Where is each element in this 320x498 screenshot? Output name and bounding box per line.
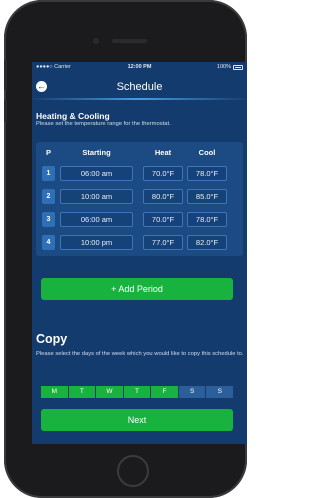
cool-setpoint-field[interactable]: 82.0°F: [187, 235, 227, 250]
day-selector: M T W T F S S: [41, 386, 234, 398]
speaker: [112, 39, 147, 43]
page-title: Schedule: [116, 81, 163, 93]
section-title: Heating & Cooling: [36, 111, 110, 121]
header-starting: Starting: [82, 148, 111, 157]
period-number: 1: [42, 166, 55, 181]
header-cool: Cool: [198, 148, 216, 157]
copy-subtitle: Please select the days of the week which…: [36, 351, 244, 357]
day-toggle-friday[interactable]: F: [151, 386, 178, 398]
heat-setpoint-field[interactable]: 70.0°F: [143, 166, 183, 181]
volume-button: [4, 60, 7, 90]
period-number: 2: [42, 189, 55, 204]
table-row: 2 10:00 am 80.0°F 85.0°F: [36, 189, 243, 205]
header-heat: Heat: [154, 148, 172, 157]
start-time-field[interactable]: 10:00 am: [60, 189, 133, 204]
table-row: 1 06:00 am 70.0°F 78.0°F: [36, 166, 243, 182]
day-toggle-wednesday[interactable]: W: [96, 386, 123, 398]
day-toggle-sunday[interactable]: S: [206, 386, 234, 398]
period-number: 4: [42, 235, 55, 250]
day-toggle-monday[interactable]: M: [41, 386, 68, 398]
start-time-field[interactable]: 06:00 am: [60, 212, 133, 227]
day-toggle-thursday[interactable]: T: [123, 386, 151, 398]
heat-setpoint-field[interactable]: 77.0°F: [143, 235, 183, 250]
cool-setpoint-field[interactable]: 78.0°F: [187, 166, 227, 181]
table-row: 4 10:00 pm 77.0°F 82.0°F: [36, 235, 243, 251]
schedule-table: P Starting Heat Cool 1 06:00 am 70.0°F 7…: [36, 142, 243, 256]
day-toggle-tuesday[interactable]: T: [68, 386, 96, 398]
nav-bar: ← Schedule: [32, 74, 247, 98]
heat-setpoint-field[interactable]: 70.0°F: [143, 212, 183, 227]
camera: [93, 38, 99, 44]
heat-setpoint-field[interactable]: 80.0°F: [143, 189, 183, 204]
clock: 12:00 PM: [127, 64, 152, 70]
battery-status: 100%: [217, 64, 243, 70]
table-row: 3 06:00 am 70.0°F 78.0°F: [36, 212, 243, 228]
status-bar: ●●●●○ Carrier 12:00 PM 100%: [32, 62, 247, 72]
home-button[interactable]: [117, 455, 149, 487]
app-screen: ●●●●○ Carrier 12:00 PM 100% ← Schedule H…: [32, 62, 247, 444]
volume-button-2: [4, 100, 7, 122]
period-number: 3: [42, 212, 55, 227]
header-period: P: [45, 148, 51, 157]
start-time-field[interactable]: 06:00 am: [60, 166, 133, 181]
battery-icon: [233, 64, 243, 70]
next-button[interactable]: Next: [41, 409, 233, 431]
battery-percent: 100%: [216, 64, 231, 70]
section-subtitle: Please set the temperature range for the…: [36, 121, 171, 127]
phone-frame: ●●●●○ Carrier 12:00 PM 100% ← Schedule H…: [4, 0, 247, 498]
day-toggle-saturday[interactable]: S: [178, 386, 206, 398]
add-period-button[interactable]: + Add Period: [41, 278, 233, 300]
copy-title: Copy: [36, 332, 68, 346]
nav-divider: [32, 98, 247, 100]
cool-setpoint-field[interactable]: 78.0°F: [187, 212, 227, 227]
start-time-field[interactable]: 10:00 pm: [60, 235, 133, 250]
cool-setpoint-field[interactable]: 85.0°F: [187, 189, 227, 204]
